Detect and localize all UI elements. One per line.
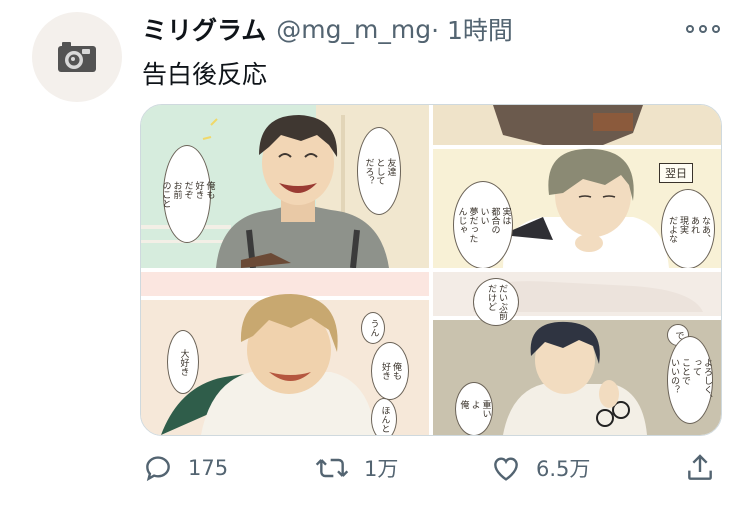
speech-bubble: 友達 として だろ？: [357, 127, 401, 215]
tweet-time[interactable]: · 1時間: [431, 11, 513, 47]
speech-bubble: うん: [361, 312, 385, 344]
date-tag: 翌日: [659, 163, 693, 183]
more-icon[interactable]: [686, 18, 720, 40]
avatar[interactable]: [32, 12, 122, 102]
speech-bubble: ほんと: [371, 398, 397, 435]
media-grid[interactable]: 俺も 好き だぞ お前 のこと 友達 として だろ？ 翌日 実は 都合の いい …: [140, 104, 722, 436]
speech-bubble: 俺も 好き だぞ お前 のこと: [161, 145, 215, 243]
comic-panel-1[interactable]: 俺も 好き だぞ お前 のこと 友達 として だろ？: [141, 105, 429, 268]
author-name[interactable]: ミリグラム: [142, 11, 266, 47]
share-icon: [688, 454, 712, 480]
like-button[interactable]: 6.5万: [490, 450, 590, 486]
reply-count: 175: [188, 456, 229, 480]
speech-bubble: 重い よ 俺: [455, 382, 493, 435]
comic-panel-2[interactable]: 翌日 実は 都合の いい 夢だった んじゃ なあ、 あれ 現実 だよな: [433, 105, 721, 268]
tweet-text: 告白後反応: [142, 60, 268, 89]
speech-bubble: だいぶ前 だけど: [473, 278, 519, 326]
retweet-icon: [315, 458, 349, 478]
share-button[interactable]: [684, 450, 716, 486]
author-handle[interactable]: @mg_m_mg: [276, 15, 431, 44]
reply-button[interactable]: 175: [142, 450, 228, 486]
comic-panel-4[interactable]: だいぶ前 だけど で よろしく、 って ことで いいの？ 重い よ 俺: [433, 272, 721, 435]
comic-panel-3[interactable]: 大好き うん 俺も 好き ほんと: [141, 272, 429, 435]
speech-bubble: 俺も 好き: [371, 342, 409, 400]
like-count: 6.5万: [536, 457, 591, 481]
retweet-count: 1万: [364, 457, 399, 481]
action-bar: 175 1万 6.5万: [142, 450, 722, 486]
tweet-header: ミリグラム @mg_m_mg · 1時間: [142, 12, 513, 46]
speech-bubble: よろしく、 って ことで いいの？: [667, 336, 713, 424]
camera-icon: [58, 42, 96, 72]
speech-bubble: 大好き: [167, 330, 199, 394]
retweet-button[interactable]: 1万: [314, 450, 398, 486]
like-icon: [494, 457, 518, 481]
speech-bubble: なあ、 あれ 現実 だよな: [661, 189, 715, 268]
speech-bubble: 実は 都合の いい 夢だった んじゃ: [453, 181, 513, 268]
reply-icon: [146, 456, 170, 482]
